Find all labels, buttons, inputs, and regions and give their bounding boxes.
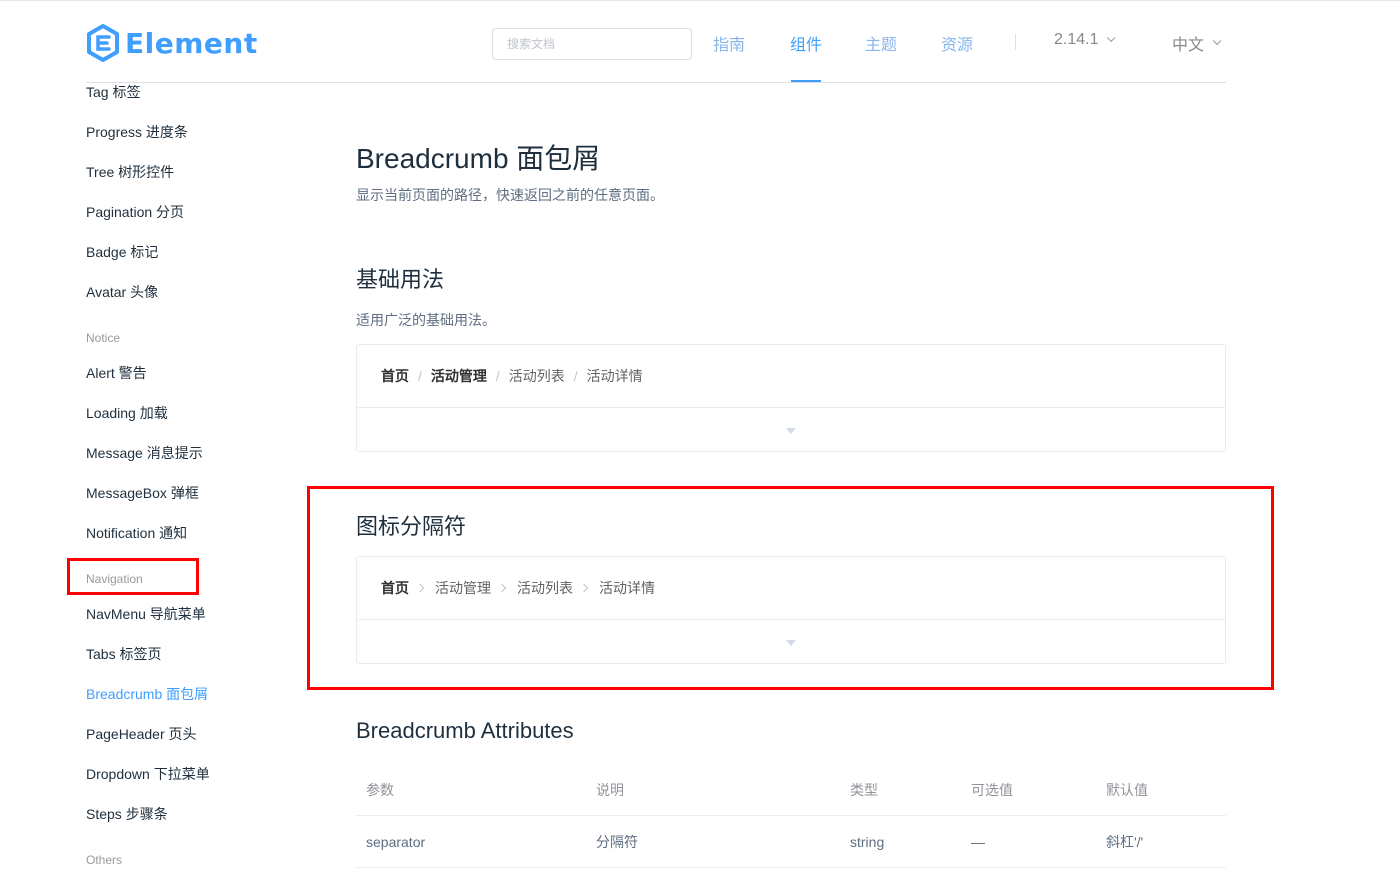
nav-theme[interactable]: 主题: [865, 31, 897, 55]
sidebar-item-tree[interactable]: Tree 树形控件: [86, 162, 174, 182]
nav-resource[interactable]: 资源: [941, 31, 973, 55]
sidebar-item-tabs[interactable]: Tabs 标签页: [86, 644, 161, 664]
table-cell: string: [850, 834, 885, 850]
nav-guide[interactable]: 指南: [713, 31, 745, 55]
sidebar-item-messagebox[interactable]: MessageBox 弹框: [86, 483, 199, 503]
language-label: 中文: [1172, 37, 1205, 54]
table-header-cell: 说明: [596, 782, 624, 798]
table-cell: —: [971, 834, 985, 850]
table-header-cell: 类型: [850, 782, 878, 798]
page-description: 显示当前页面的路径，快速返回之前的任意页面。: [356, 187, 664, 203]
element-logo-icon: [87, 24, 119, 62]
sidebar-item-pagination[interactable]: Pagination 分页: [86, 202, 184, 222]
breadcrumb-basic: 首页 / 活动管理 / 活动列表 / 活动详情: [357, 345, 1225, 408]
sidebar-item-loading[interactable]: Loading 加载: [86, 403, 168, 423]
breadcrumb-separator: /: [418, 368, 422, 384]
attributes-table: 参数 说明 类型 可选值 默认值 separator 分隔符 string — …: [356, 764, 1226, 868]
search-input[interactable]: [492, 28, 692, 60]
version-label: 2.14.1: [1054, 31, 1099, 48]
version-dropdown[interactable]: 2.14.1: [1054, 31, 1116, 49]
demo-expand-control[interactable]: [357, 408, 1225, 451]
breadcrumb-item[interactable]: 首页: [381, 366, 409, 386]
sidebar-item-breadcrumb[interactable]: Breadcrumb 面包屑: [86, 684, 208, 704]
highlight-box-icon-separator: [307, 486, 1274, 690]
section-title-attributes: Breadcrumb Attributes: [356, 718, 574, 743]
sidebar-item-tag[interactable]: Tag 标签: [86, 82, 140, 102]
sidebar-item-progress[interactable]: Progress 进度条: [86, 122, 188, 142]
section-title-basic: 基础用法: [356, 267, 445, 292]
table-header-cell: 参数: [366, 782, 394, 798]
nav-component[interactable]: 组件: [790, 31, 822, 55]
breadcrumb-item: 活动列表: [508, 368, 565, 384]
chevron-down-icon: [1107, 33, 1116, 43]
nav-active-indicator: [791, 80, 821, 82]
sidebar-item-dropdown[interactable]: Dropdown 下拉菜单: [86, 764, 210, 784]
breadcrumb-separator: /: [573, 368, 578, 384]
table-header-cell: 默认值: [1106, 782, 1148, 798]
sidebar-item-badge[interactable]: Badge 标记: [86, 242, 158, 262]
highlight-box-navigation: [67, 558, 199, 595]
logo[interactable]: Element: [86, 24, 258, 62]
nav-divider: [1015, 34, 1016, 50]
chevron-down-icon: [1212, 36, 1222, 46]
table-row: separator 分隔符 string — 斜杠'/': [356, 816, 1226, 868]
table-header-row: 参数 说明 类型 可选值 默认值: [356, 764, 1226, 816]
table-header-cell: 可选值: [971, 782, 1013, 798]
table-cell: 分隔符: [596, 834, 638, 850]
demo-block-basic: 首页 / 活动管理 / 活动列表 / 活动详情: [356, 344, 1226, 452]
sidebar-group-others: Others: [86, 853, 123, 867]
breadcrumb-item[interactable]: 活动管理: [431, 366, 487, 386]
sidebar-item-message[interactable]: Message 消息提示: [86, 443, 203, 463]
sidebar-item-alert[interactable]: Alert 警告: [86, 363, 147, 383]
page-title: Breadcrumb 面包屑: [356, 143, 601, 174]
sidebar-item-navmenu[interactable]: NavMenu 导航菜单: [86, 604, 206, 624]
breadcrumb-separator: /: [495, 368, 500, 384]
breadcrumb-item: 活动详情: [586, 368, 643, 384]
logo-text: Element: [125, 26, 258, 60]
caret-down-icon: [786, 427, 796, 434]
sidebar-item-pageheader[interactable]: PageHeader 页头: [86, 724, 197, 744]
sidebar-item-notification[interactable]: Notification 通知: [86, 523, 187, 543]
sidebar-item-avatar[interactable]: Avatar 头像: [86, 282, 158, 302]
section-description-basic: 适用广泛的基础用法。: [356, 312, 496, 328]
sidebar-group-notice: Notice: [86, 331, 121, 345]
sidebar-item-steps[interactable]: Steps 步骤条: [86, 804, 168, 824]
site-header: Element 指南 组件 主题 资源 2.14.1 中文: [86, 0, 1226, 83]
language-dropdown[interactable]: 中文: [1172, 31, 1222, 55]
table-cell: separator: [366, 834, 426, 850]
table-cell: 斜杠'/': [1106, 834, 1144, 850]
